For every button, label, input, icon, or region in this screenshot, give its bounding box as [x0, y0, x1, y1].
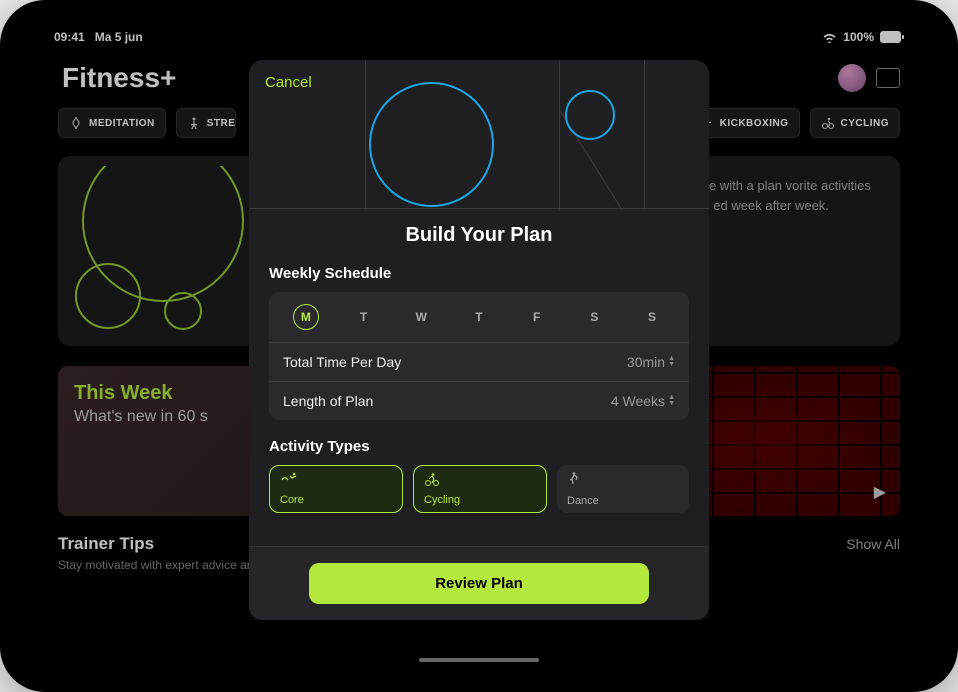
schedule-card: M T W T F S S Total Time Per Day 30min ▲▼ Leng…: [269, 292, 689, 420]
days-row: MTWTFSS: [269, 292, 689, 342]
cycling-icon: [424, 472, 536, 488]
total-time-row[interactable]: Total Time Per Day 30min ▲▼: [269, 342, 689, 381]
modal-header-graphic: Cancel: [249, 60, 709, 210]
activity-label: Dance: [567, 495, 679, 507]
day-button-2[interactable]: W: [408, 304, 434, 330]
review-plan-button[interactable]: Review Plan: [309, 563, 649, 604]
total-time-label: Total Time Per Day: [283, 354, 401, 370]
activity-card-cycling[interactable]: Cycling: [413, 465, 547, 513]
build-plan-modal: Cancel Build Your Plan Weekly Schedule M…: [249, 60, 709, 620]
length-label: Length of Plan: [283, 393, 373, 409]
day-button-1[interactable]: T: [351, 304, 377, 330]
activity-label: Core: [280, 494, 392, 506]
length-value: 4 Weeks: [611, 393, 665, 409]
day-button-5[interactable]: S: [581, 304, 607, 330]
home-indicator[interactable]: [419, 658, 539, 662]
weekly-schedule-label: Weekly Schedule: [269, 265, 689, 282]
activity-card-dance[interactable]: Dance: [557, 465, 689, 513]
day-button-0[interactable]: M: [293, 304, 319, 330]
cancel-button[interactable]: Cancel: [265, 74, 312, 91]
activity-label: Cycling: [424, 494, 536, 506]
day-button-3[interactable]: T: [466, 304, 492, 330]
modal-overlay: Cancel Build Your Plan Weekly Schedule M…: [36, 24, 922, 668]
day-button-6[interactable]: S: [639, 304, 665, 330]
modal-title: Build Your Plan: [269, 224, 689, 247]
activity-row: Core Cycling Dance: [269, 465, 689, 513]
modal-footer: Review Plan: [249, 546, 709, 620]
core-icon: [280, 472, 392, 488]
stepper-icon: ▲▼: [668, 395, 675, 407]
activity-card-core[interactable]: Core: [269, 465, 403, 513]
dance-icon: [567, 471, 679, 487]
length-row[interactable]: Length of Plan 4 Weeks ▲▼: [269, 381, 689, 420]
stepper-icon: ▲▼: [668, 356, 675, 368]
day-button-4[interactable]: F: [524, 304, 550, 330]
activity-types-label: Activity Types: [269, 438, 689, 455]
total-time-value: 30min: [627, 354, 665, 370]
